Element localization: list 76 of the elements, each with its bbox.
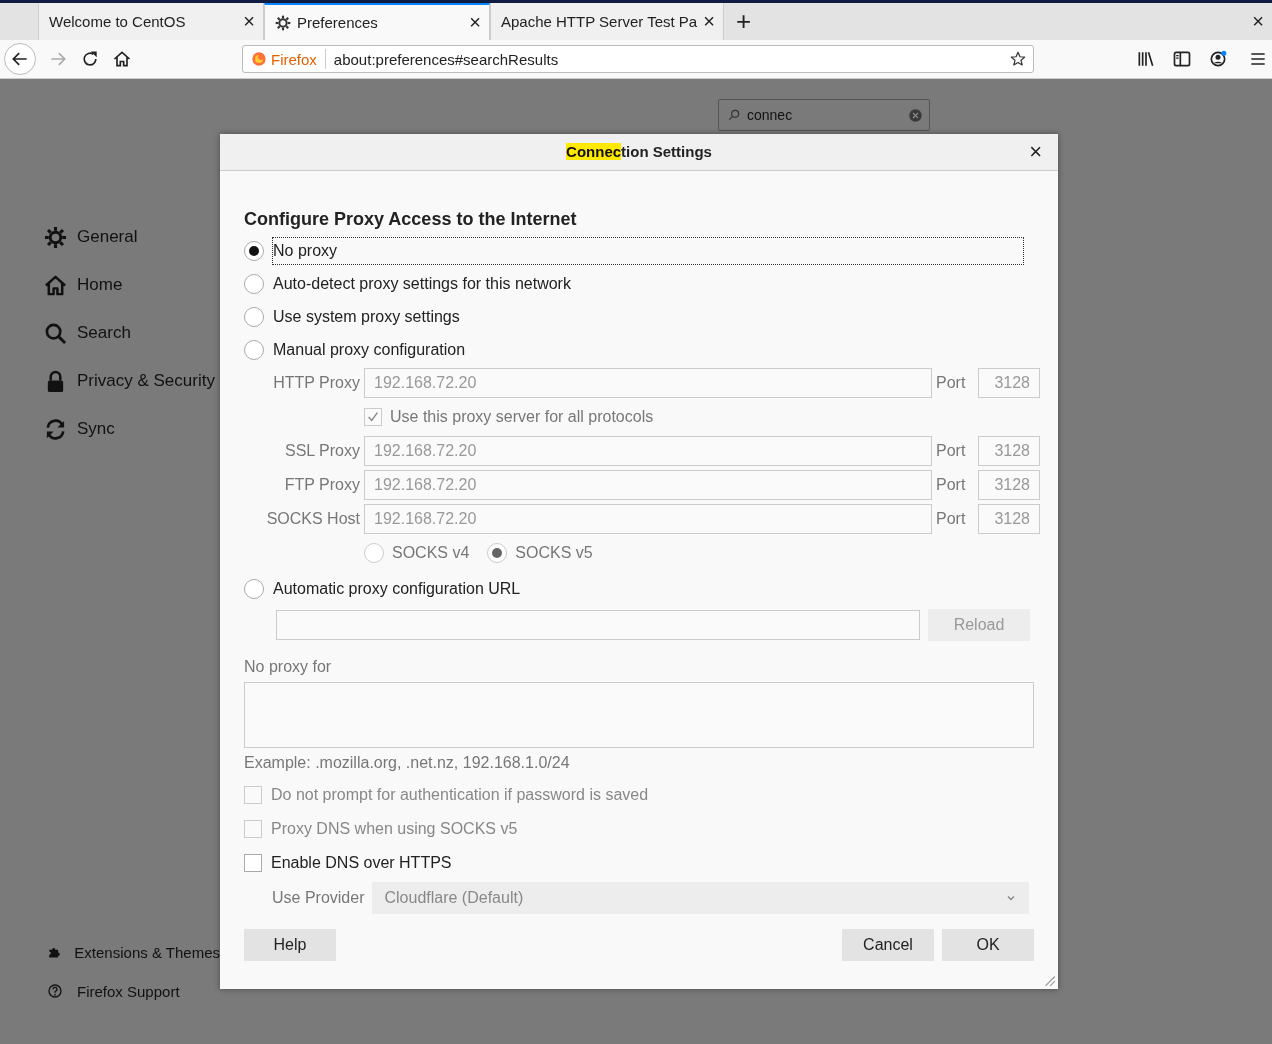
star-icon[interactable] <box>1009 50 1027 68</box>
field-label: Port <box>936 476 967 494</box>
field-label: No proxy for <box>244 658 333 676</box>
option-label: Automatic proxy configuration URL <box>273 578 521 599</box>
section-heading: Configure Proxy Access to the Internet <box>244 209 578 230</box>
radio-button[interactable] <box>244 240 264 261</box>
home-icon[interactable] <box>112 49 132 69</box>
help-button[interactable]: Help <box>244 929 336 961</box>
field-label: SSL Proxy <box>284 442 360 460</box>
option-label: Auto-detect proxy settings for this network <box>273 273 571 294</box>
cancel-button[interactable]: Cancel <box>842 929 934 961</box>
reload-icon[interactable] <box>80 49 100 69</box>
clear-icon[interactable] <box>908 107 923 123</box>
sidebar-item[interactable]: General <box>44 222 220 252</box>
flame-logo-icon <box>251 51 267 67</box>
field-label: Use Provider <box>272 889 365 907</box>
address-bar[interactable]: Firefox about:preferences#searchResults <box>242 45 1034 73</box>
radio-button[interactable] <box>244 306 264 327</box>
checkbox-label: Do not prompt for authentication if password is saved <box>271 786 649 804</box>
option-label: Manual proxy configuration <box>273 339 466 360</box>
radio-button[interactable] <box>244 273 264 294</box>
tab-title: Apache HTTP Server Test Pa <box>501 13 698 30</box>
search-field[interactable]: connec <box>718 99 930 131</box>
radio-button[interactable] <box>244 578 264 599</box>
radio-label: SOCKS v5 <box>515 544 593 562</box>
account-icon[interactable] <box>1208 49 1228 69</box>
option-label: Use system proxy settings <box>273 306 460 327</box>
checkbox-label: Proxy DNS when using SOCKS v5 <box>271 820 518 838</box>
field-label: Port <box>936 442 967 460</box>
back-button[interactable] <box>4 43 36 75</box>
identity-label: Firefox <box>271 50 317 68</box>
close-window-button[interactable]: × <box>1244 10 1272 33</box>
ok-button[interactable]: OK <box>942 929 1034 961</box>
url-text: about:preferences#searchResults <box>332 50 560 68</box>
close-tab-button[interactable]: × <box>469 11 481 34</box>
radio-button[interactable] <box>244 339 264 360</box>
help-icon <box>47 983 63 999</box>
radio-label: SOCKS v4 <box>392 544 470 562</box>
checkbox-label: Use this proxy server for all protocols <box>390 408 654 426</box>
checkbox-label: Enable DNS over HTTPS <box>271 854 452 872</box>
sidebar-item[interactable]: Privacy & Security <box>44 366 220 396</box>
sidebar-item[interactable]: Sync <box>44 414 220 444</box>
hint-text: Example: .mozilla.org, .net.nz, 192.168.1.0/24 <box>244 754 571 772</box>
close-button[interactable]: × <box>1029 139 1042 165</box>
resize-grip-icon[interactable] <box>1042 973 1056 987</box>
sidebar-icon[interactable] <box>1172 49 1192 69</box>
search-icon <box>44 321 67 345</box>
field-label: SOCKS Host <box>265 510 360 528</box>
tab-title: Preferences <box>297 14 379 31</box>
field-label: HTTP Proxy <box>272 374 360 392</box>
field-label: FTP Proxy <box>283 476 360 494</box>
identity-button[interactable]: Firefox <box>243 49 326 69</box>
library-icon[interactable] <box>1136 49 1156 69</box>
browser-tab[interactable]: Preferences × <box>264 3 490 40</box>
gear-icon <box>44 225 67 249</box>
checkbox[interactable] <box>244 854 262 872</box>
field-label: Port <box>936 374 967 392</box>
sidebar-item[interactable]: Search <box>44 318 220 348</box>
tab-title: Welcome to CentOS <box>49 13 187 30</box>
sidebar-link[interactable]: Firefox Support <box>47 976 220 1006</box>
sync-icon <box>44 417 67 441</box>
browser-tab[interactable]: Apache HTTP Server Test Pa × <box>490 3 724 40</box>
new-tab-button[interactable]: + <box>723 6 764 37</box>
field-label: Port <box>936 510 967 528</box>
sidebar-link[interactable]: Extensions & Themes <box>47 937 220 967</box>
no-proxy-field[interactable] <box>244 682 1034 748</box>
home-icon <box>44 273 67 297</box>
close-tab-button[interactable]: × <box>703 10 715 33</box>
option-label: No proxy <box>273 237 1023 264</box>
close-tab-button[interactable]: × <box>243 10 255 33</box>
sidebar-item[interactable]: Home <box>44 270 220 300</box>
search-icon <box>727 108 741 122</box>
browser-tab[interactable]: Welcome to CentOS × <box>38 3 264 40</box>
checkmark-icon <box>366 410 380 424</box>
gear-icon <box>275 14 291 31</box>
reload-button[interactable]: Reload <box>928 609 1030 641</box>
